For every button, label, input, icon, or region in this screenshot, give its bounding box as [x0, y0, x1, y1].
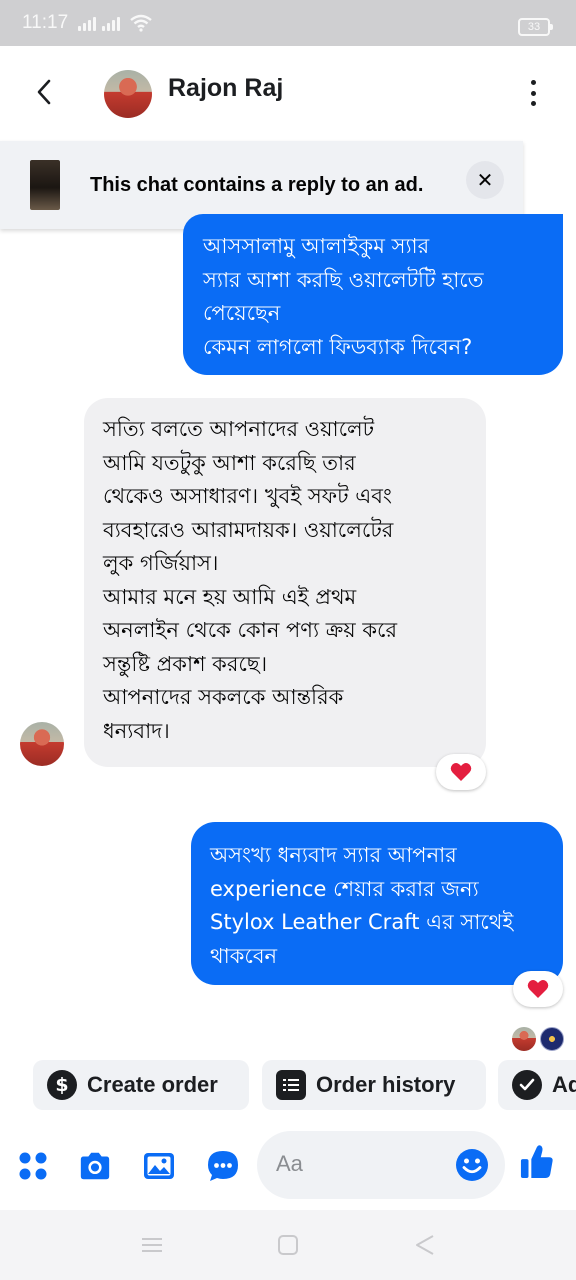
- contact-name[interactable]: Rajon Raj: [168, 74, 283, 103]
- order-history-button[interactable]: Order history: [262, 1060, 486, 1110]
- like-button[interactable]: [520, 1145, 554, 1179]
- chip-label: Create order: [87, 1072, 218, 1097]
- message-bubble-outgoing[interactable]: অসংখ্য ধন্যবাদ স্যার আপনার experience শে…: [191, 822, 563, 985]
- heart-icon: [450, 763, 472, 781]
- emoji-icon[interactable]: [455, 1148, 489, 1182]
- back-button[interactable]: [26, 74, 62, 110]
- gallery-button[interactable]: [142, 1149, 176, 1183]
- wifi-icon: [130, 14, 152, 32]
- seen-indicators: [512, 1027, 564, 1051]
- heart-icon: [527, 980, 549, 998]
- create-order-button[interactable]: $ Create order: [33, 1060, 249, 1110]
- camera-button[interactable]: [78, 1149, 112, 1183]
- check-circle-icon: [512, 1070, 542, 1100]
- thumbs-up-icon: [520, 1145, 553, 1179]
- home-button[interactable]: [273, 1232, 303, 1258]
- sender-avatar[interactable]: [20, 722, 64, 766]
- camera-icon: [80, 1152, 110, 1180]
- more-options-button[interactable]: [526, 76, 540, 110]
- message-reaction[interactable]: [436, 754, 486, 790]
- signal-icon-2: [102, 15, 121, 31]
- list-icon: [276, 1070, 306, 1100]
- message-input-placeholder: Aa: [276, 1151, 303, 1176]
- menu-icon: [142, 1238, 162, 1252]
- status-bar: 11:17 33: [0, 0, 576, 46]
- triangle-back-icon: [416, 1235, 434, 1255]
- close-banner-button[interactable]: ✕: [466, 161, 504, 199]
- chat-bubble-icon: [208, 1151, 238, 1181]
- status-time: 11:17: [22, 12, 69, 33]
- chat-header: Rajon Raj: [0, 46, 576, 141]
- recents-button[interactable]: [137, 1232, 167, 1258]
- ad-action-button[interactable]: Ad: [498, 1060, 576, 1110]
- contact-avatar[interactable]: [104, 70, 152, 118]
- system-navigation-bar: [0, 1210, 576, 1280]
- seen-avatar-page: [540, 1027, 564, 1051]
- quick-actions: $ Create order Order history Ad: [0, 1060, 576, 1112]
- message-reaction[interactable]: [513, 971, 563, 1007]
- message-bubble-outgoing[interactable]: আসসালামু আলাইকুম স্যার স্যার আশা করছি ওয…: [183, 214, 563, 375]
- message-composer: Aa: [0, 1125, 576, 1205]
- back-system-button[interactable]: [410, 1232, 440, 1258]
- seen-avatar: [512, 1027, 536, 1051]
- battery-level: 33: [527, 21, 541, 33]
- chevron-left-icon: [37, 79, 51, 105]
- signal-icon: [78, 15, 97, 31]
- close-icon: ✕: [476, 168, 494, 192]
- message-bubble-incoming[interactable]: সত্যি বলতে আপনাদের ওয়ালেট আমি যতটুকু আশ…: [84, 398, 486, 767]
- four-dots-icon: [19, 1152, 47, 1180]
- apps-menu-button[interactable]: [16, 1149, 50, 1183]
- chip-label: Order history: [316, 1072, 456, 1097]
- battery-icon: 33: [518, 18, 553, 36]
- ad-banner-text: This chat contains a reply to an ad.: [90, 174, 424, 196]
- home-square-icon: [278, 1235, 298, 1255]
- chip-label: Ad: [552, 1072, 576, 1097]
- dollar-icon: $: [47, 1070, 77, 1100]
- image-icon: [144, 1153, 174, 1179]
- message-input[interactable]: Aa: [257, 1131, 505, 1199]
- messenger-chat-screen: 11:17 33 Rajon Raj আসসালামু আলাইকুম স্যা…: [0, 0, 576, 1280]
- voice-clip-button[interactable]: [206, 1149, 240, 1183]
- ad-thumbnail[interactable]: [30, 160, 60, 210]
